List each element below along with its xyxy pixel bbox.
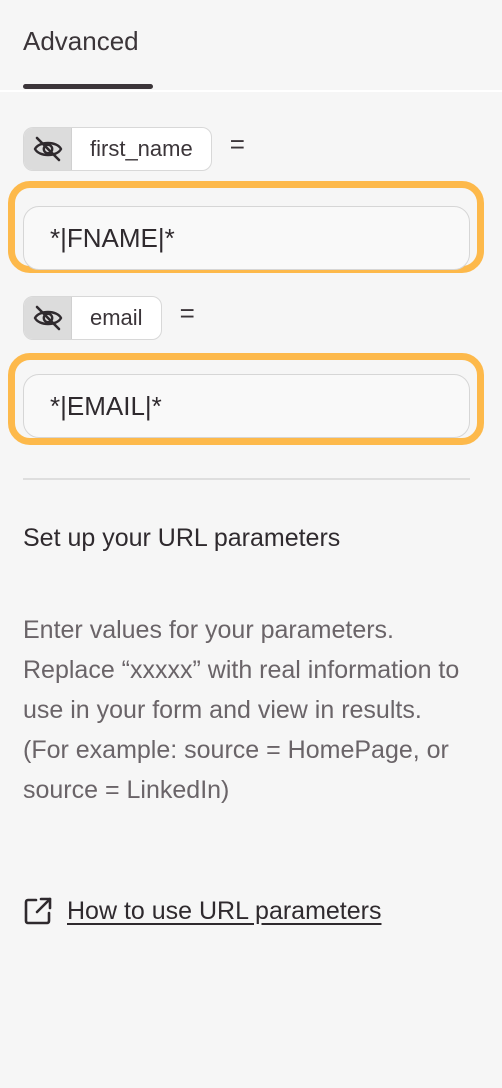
section-title: Set up your URL parameters	[23, 524, 341, 552]
equals-sign: =	[179, 297, 195, 328]
link-label: How to use URL parameters	[67, 896, 382, 925]
divider	[23, 478, 470, 480]
eye-off-icon	[33, 136, 62, 162]
visibility-toggle-button[interactable]	[24, 297, 72, 339]
help-description: Enter values for your parameters. Replac…	[23, 616, 460, 804]
eye-off-icon	[33, 305, 62, 331]
param-name: email	[90, 305, 143, 330]
param-chip: email	[23, 296, 162, 340]
param-row-first-name: first_name =	[23, 126, 245, 172]
param-row-email: email =	[23, 295, 195, 341]
visibility-toggle-button[interactable]	[24, 128, 72, 170]
tab-bar: Advanced	[0, 0, 502, 92]
tab-advanced[interactable]: Advanced	[23, 26, 139, 57]
param-chip: first_name	[23, 127, 212, 171]
external-link-icon	[24, 897, 52, 925]
param-value-input[interactable]	[23, 206, 470, 270]
how-to-use-url-parameters-link[interactable]: How to use URL parameters	[23, 896, 381, 926]
equals-sign: =	[229, 128, 245, 159]
param-name: first_name	[90, 136, 193, 161]
active-tab-indicator	[23, 84, 153, 89]
param-value-input[interactable]	[23, 374, 470, 438]
